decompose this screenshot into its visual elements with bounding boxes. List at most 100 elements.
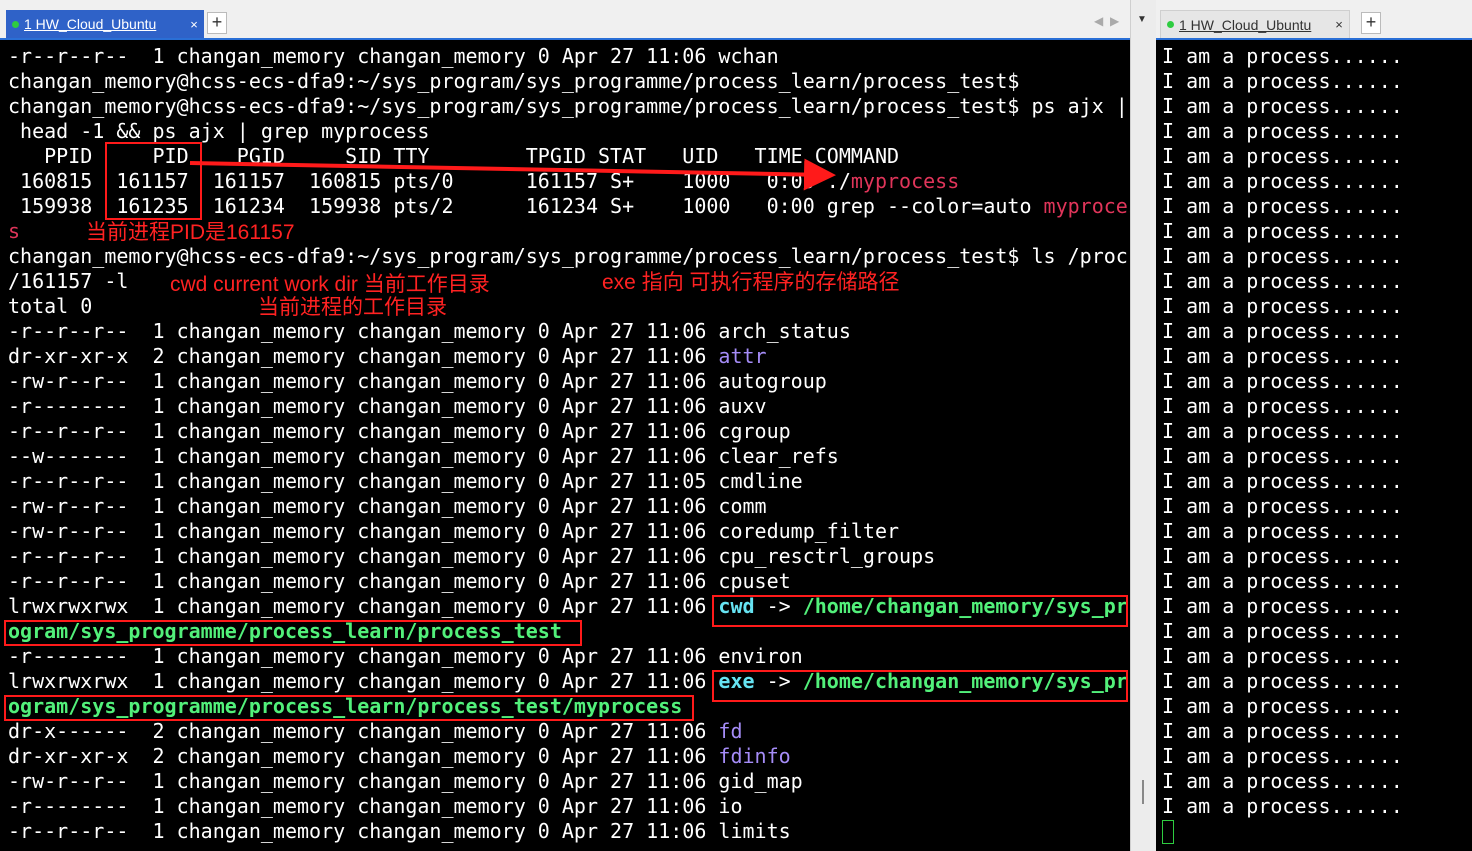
ls-row-meta: -r--r--r-- 1 changan_memory changan_memo… bbox=[8, 469, 719, 493]
ls-entry-name: fdinfo bbox=[718, 744, 791, 768]
ls-row-meta: dr-xr-xr-x 2 changan_memory changan_memo… bbox=[8, 344, 719, 368]
left-session-tab-label: 1 HW_Cloud_Ubuntu bbox=[24, 16, 157, 32]
process-output-line: I am a process...... bbox=[1162, 169, 1403, 193]
new-tab-button[interactable]: + bbox=[207, 12, 227, 34]
ls-row-meta: -r--r--r-- 1 changan_memory changan_memo… bbox=[8, 419, 719, 443]
pid-annotation: 当前进程PID是161157 bbox=[86, 221, 295, 244]
scrollbar-handle[interactable] bbox=[1142, 780, 1144, 804]
tab-list-menu-icon[interactable]: ▼ bbox=[1137, 14, 1147, 25]
ls-row-meta: -rw-r--r-- 1 changan_memory changan_memo… bbox=[8, 369, 719, 393]
exe-highlight-box bbox=[712, 670, 1128, 702]
right-session-tab[interactable]: 1 HW_Cloud_Ubuntu × bbox=[1160, 10, 1350, 38]
ls-row-meta: -r--r--r-- 1 changan_memory changan_memo… bbox=[8, 569, 719, 593]
ls-row-meta: -r-------- 1 changan_memory changan_memo… bbox=[8, 394, 719, 418]
ls-row: -rw-r--r-- 1 changan_memory changan_memo… bbox=[8, 519, 899, 543]
ps-row-wrap: s bbox=[8, 219, 21, 243]
ls-row-meta: --w------- 1 changan_memory changan_memo… bbox=[8, 444, 719, 468]
ls-entry-name: coredump_filter bbox=[718, 519, 900, 543]
cwd-annotation: cwd current work dir 当前工作目录 bbox=[170, 273, 490, 296]
ls-total: total 0 bbox=[8, 294, 93, 318]
ls-row: -r--r--r-- 1 changan_memory changan_memo… bbox=[8, 544, 935, 568]
terminal-cursor bbox=[1162, 820, 1174, 844]
command-line-cont: head -1 && ps ajx | grep myprocess bbox=[8, 119, 430, 143]
process-output-line: I am a process...... bbox=[1162, 69, 1403, 93]
process-output-line: I am a process...... bbox=[1162, 594, 1403, 618]
close-tab-icon[interactable]: × bbox=[1329, 17, 1349, 32]
process-output-line: I am a process...... bbox=[1162, 669, 1403, 693]
process-output-line: I am a process...... bbox=[1162, 344, 1403, 368]
ls-entry-name: cmdline bbox=[718, 469, 803, 493]
process-output-line: I am a process...... bbox=[1162, 44, 1403, 68]
process-output-line: I am a process...... bbox=[1162, 644, 1403, 668]
left-terminal-pane[interactable]: 1 HW_Cloud_Ubuntu × + ◀ ▶ -r--r--r-- 1 c… bbox=[0, 0, 1130, 851]
ls-entry-name: attr bbox=[718, 344, 767, 368]
ls-entry-name: comm bbox=[718, 494, 767, 518]
ls-entry-name: autogroup bbox=[718, 369, 827, 393]
left-session-tab[interactable]: 1 HW_Cloud_Ubuntu × bbox=[6, 10, 204, 38]
ls-entry-name: arch_status bbox=[718, 319, 851, 343]
ls-entries-tail: dr-x------ 2 changan_memory changan_memo… bbox=[8, 719, 803, 843]
ls-entry-name: cgroup bbox=[718, 419, 791, 443]
exe-path-highlight-box bbox=[4, 695, 694, 721]
tab-scroll-left-icon[interactable]: ◀ bbox=[1094, 14, 1103, 28]
right-terminal-pane[interactable]: 1 HW_Cloud_Ubuntu × + I am a process....… bbox=[1156, 0, 1472, 851]
ls-entry-name: cpu_resctrl_groups bbox=[718, 544, 936, 568]
connected-status-icon bbox=[12, 20, 19, 28]
ls-row: -r--r--r-- 1 changan_memory changan_memo… bbox=[8, 569, 791, 593]
process-output-line: I am a process...... bbox=[1162, 244, 1403, 268]
ls-row: -r--r--r-- 1 changan_memory changan_memo… bbox=[8, 819, 791, 843]
ls-entries: -r--r--r-- 1 changan_memory changan_memo… bbox=[8, 319, 935, 593]
ls-entry-name: io bbox=[718, 794, 743, 818]
ls-entry-name: auxv bbox=[718, 394, 767, 418]
ls-row-meta: -r--r--r-- 1 changan_memory changan_memo… bbox=[8, 544, 719, 568]
tab-scroll-right-icon[interactable]: ▶ bbox=[1110, 14, 1119, 28]
ls-row: dr-xr-xr-x 2 changan_memory changan_memo… bbox=[8, 344, 767, 368]
cwd-highlight-box bbox=[712, 595, 1128, 627]
ls-row: -rw-r--r-- 1 changan_memory changan_memo… bbox=[8, 494, 767, 518]
process-output-line: I am a process...... bbox=[1162, 519, 1403, 543]
ls-entry-name: limits bbox=[718, 819, 791, 843]
ls-row: -rw-r--r-- 1 changan_memory changan_memo… bbox=[8, 369, 827, 393]
left-tab-bar: 1 HW_Cloud_Ubuntu × + ◀ ▶ bbox=[0, 0, 1130, 40]
new-tab-button[interactable]: + bbox=[1361, 12, 1381, 34]
ls-row-meta: -r-------- 1 changan_memory changan_memo… bbox=[8, 794, 719, 818]
ls-row-meta: -r--r--r-- 1 changan_memory changan_memo… bbox=[8, 819, 719, 843]
ls-entry-name: fd bbox=[718, 719, 743, 743]
cwd-annotation-2: 当前进程的工作目录 bbox=[258, 296, 447, 319]
ps-row-match: myprocess bbox=[850, 169, 960, 193]
pane-divider[interactable]: ▼ bbox=[1130, 0, 1158, 851]
ls-entry-name: cpuset bbox=[718, 569, 791, 593]
ps-row-match: myproces bbox=[1043, 194, 1130, 218]
right-terminal-output[interactable]: I am a process...... I am a process.....… bbox=[1162, 44, 1403, 819]
ls-row: -rw-r--r-- 1 changan_memory changan_memo… bbox=[8, 769, 803, 793]
process-output-line: I am a process...... bbox=[1162, 319, 1403, 343]
cwd-path-highlight-box bbox=[4, 620, 582, 646]
ls-row: -r-------- 1 changan_memory changan_memo… bbox=[8, 644, 803, 668]
right-session-tab-label: 1 HW_Cloud_Ubuntu bbox=[1179, 16, 1312, 33]
process-output-line: I am a process...... bbox=[1162, 119, 1403, 143]
process-output-line: I am a process...... bbox=[1162, 194, 1403, 218]
prompt-line: changan_memory@hcss-ecs-dfa9:~/sys_progr… bbox=[8, 69, 1020, 93]
exe-annotation: exe 指向 可执行程序的存储路径 bbox=[602, 271, 900, 294]
command-line: changan_memory@hcss-ecs-dfa9:~/sys_progr… bbox=[8, 244, 1128, 268]
process-output-line: I am a process...... bbox=[1162, 694, 1403, 718]
close-tab-icon[interactable]: × bbox=[184, 17, 204, 32]
terminal-line: -r--r--r-- 1 changan_memory changan_memo… bbox=[8, 44, 779, 68]
process-output-line: I am a process...... bbox=[1162, 444, 1403, 468]
ls-row-meta: -rw-r--r-- 1 changan_memory changan_memo… bbox=[8, 769, 719, 793]
process-output-line: I am a process...... bbox=[1162, 219, 1403, 243]
process-output-line: I am a process...... bbox=[1162, 494, 1403, 518]
process-output-line: I am a process...... bbox=[1162, 469, 1403, 493]
process-output-line: I am a process...... bbox=[1162, 619, 1403, 643]
process-output-line: I am a process...... bbox=[1162, 369, 1403, 393]
ls-row: -r-------- 1 changan_memory changan_memo… bbox=[8, 394, 767, 418]
process-output-line: I am a process...... bbox=[1162, 419, 1403, 443]
process-output-line: I am a process...... bbox=[1162, 719, 1403, 743]
command-line-cont: /161157 -l bbox=[8, 269, 129, 293]
ls-row-meta: -rw-r--r-- 1 changan_memory changan_memo… bbox=[8, 519, 719, 543]
process-output-line: I am a process...... bbox=[1162, 744, 1403, 768]
ls-row: dr-x------ 2 changan_memory changan_memo… bbox=[8, 719, 743, 743]
ls-row: -r--r--r-- 1 changan_memory changan_memo… bbox=[8, 419, 791, 443]
ls-row-meta: -rw-r--r-- 1 changan_memory changan_memo… bbox=[8, 494, 719, 518]
process-output-line: I am a process...... bbox=[1162, 769, 1403, 793]
